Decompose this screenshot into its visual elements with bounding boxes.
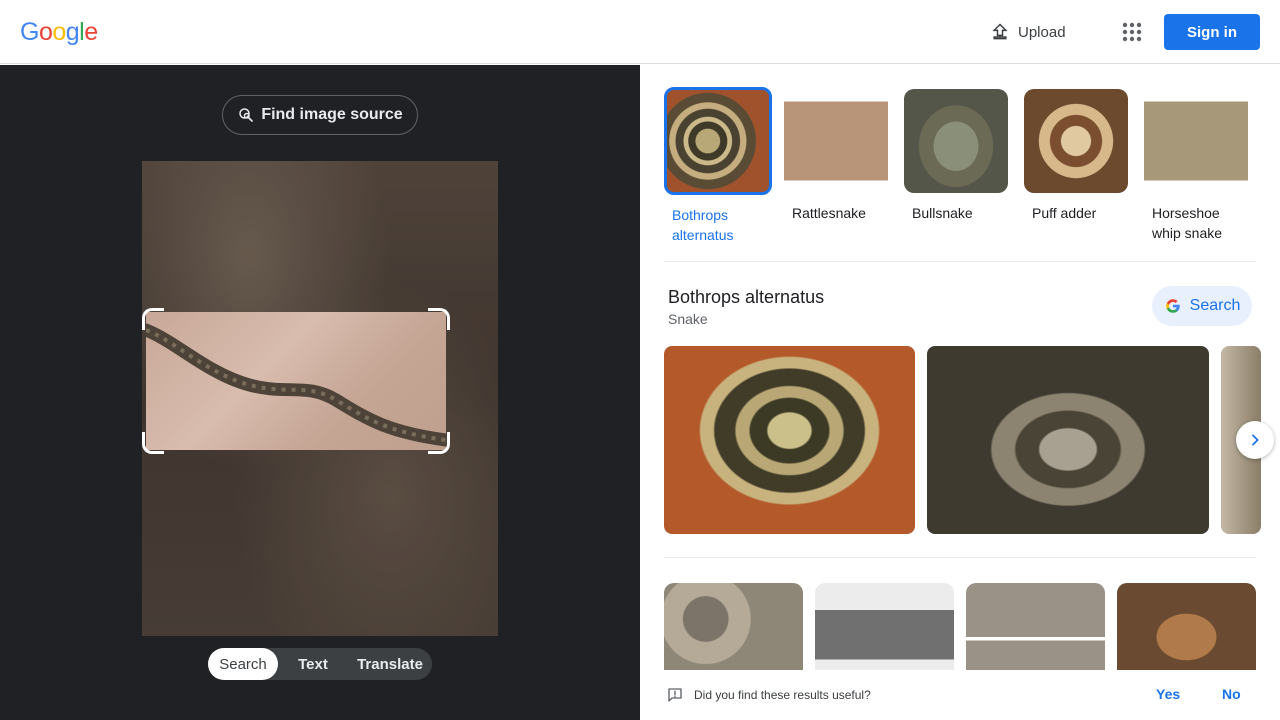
sign-in-button[interactable]: Sign in [1164,14,1260,50]
crop-handle-bottom-left[interactable] [142,432,164,454]
divider [664,557,1256,558]
google-g-icon [1165,299,1180,313]
visual-match-image[interactable] [664,583,803,673]
entity-image[interactable] [664,346,915,534]
chevron-right-icon [1252,434,1259,446]
google-logo[interactable]: Google [20,18,98,47]
feedback-question: Did you find these results useful? [694,688,871,702]
selected-crop-region[interactable] [146,312,446,450]
google-search-label: Search [1189,297,1241,314]
match-label: Bothrops alternatus [672,207,734,243]
feedback-yes-button[interactable]: Yes [1156,686,1180,702]
feedback-bar: Did you find these results useful? Yes N… [640,670,1280,720]
entity-image[interactable] [927,346,1209,534]
feedback-no-button[interactable]: No [1222,686,1241,702]
lens-search-icon [239,108,254,122]
match-label: Bullsnake [912,205,973,221]
upload-button[interactable]: Upload [990,18,1066,46]
match-item[interactable]: Bullsnake [904,89,1012,245]
entity-image-row [664,346,1261,534]
top-bar: Google Upload Sign in [0,0,1280,64]
visual-matches-grid [664,583,1256,673]
visual-match-image[interactable] [966,583,1105,673]
match-label: Rattlesnake [792,205,866,221]
match-thumbnail [784,89,888,193]
match-item[interactable]: Horseshoe whip snake [1144,89,1252,245]
find-image-source-button[interactable]: Find image source [222,95,418,135]
crop-handle-top-right[interactable] [428,308,450,330]
mode-text-tab[interactable]: Text [278,648,348,680]
find-image-source-label: Find image source [261,106,403,123]
crop-handle-bottom-right[interactable] [428,432,450,454]
match-label: Puff adder [1032,205,1097,221]
match-thumbnail [1144,89,1248,193]
divider [664,261,1256,262]
results-panel: Bothrops alternatus Rattlesnake Bullsnak… [640,65,1280,720]
mode-search-tab[interactable]: Search [208,648,278,680]
match-thumbnail [904,89,1008,193]
crop-handle-top-left[interactable] [142,308,164,330]
match-thumbnail [664,87,772,195]
match-carousel: Bothrops alternatus Rattlesnake Bullsnak… [664,87,1252,245]
next-arrow-button[interactable] [1236,421,1274,459]
visual-match-image[interactable] [1117,583,1256,673]
entity-subtitle: Snake [668,311,708,327]
upload-icon [992,23,1008,40]
lens-image-panel: Find image source Search Text Translate [0,65,640,720]
feedback-icon [668,688,682,702]
entity-title: Bothrops alternatus [668,287,825,307]
match-label: Horseshoe whip snake [1152,205,1223,241]
mode-translate-tab[interactable]: Translate [348,648,432,680]
upload-label: Upload [1018,23,1066,41]
apps-grid-icon[interactable] [1118,18,1146,46]
match-item[interactable]: Rattlesnake [784,89,892,245]
match-item[interactable]: Bothrops alternatus [664,87,772,245]
match-item[interactable]: Puff adder [1024,89,1132,245]
visual-match-image[interactable] [815,583,954,673]
match-thumbnail [1024,89,1128,193]
google-search-button[interactable]: Search [1152,286,1252,326]
lens-mode-switcher: Search Text Translate [208,648,432,680]
